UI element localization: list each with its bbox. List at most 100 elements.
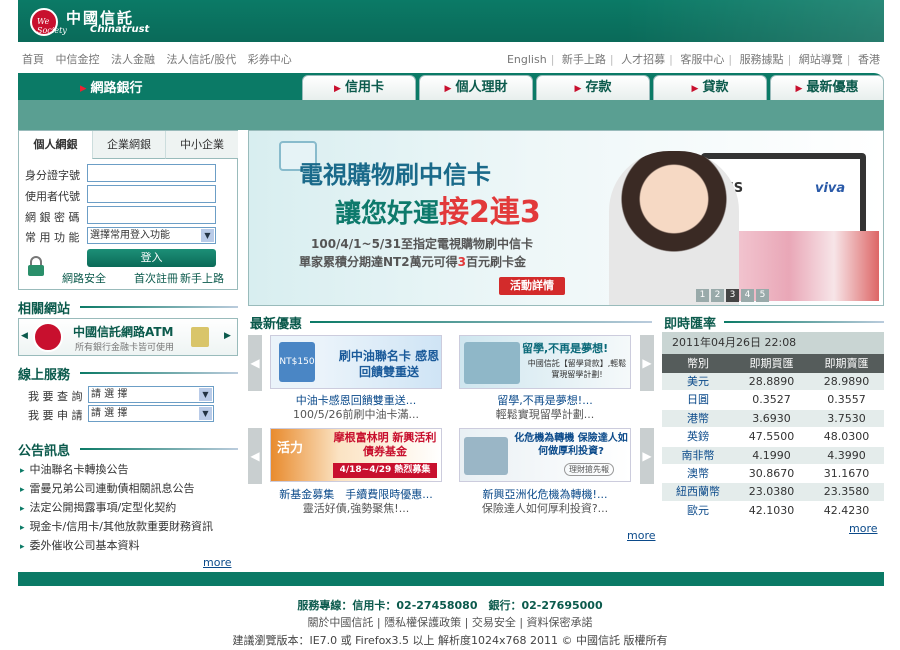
notice-item[interactable]: 法定公開揭露事項/定型化契約 [20, 499, 177, 515]
tab-promotions[interactable]: ▶ 最新優惠 [770, 75, 884, 100]
promo-image[interactable]: 活力 摩根富林明 新興活利債券基金 4/18~4/29 熱烈募集 [270, 428, 442, 482]
promo-image[interactable]: 留學,不再是夢想! 中國信託【留學貸款】,輕鬆實現留學計劃! [459, 335, 631, 389]
rates-more-link[interactable]: more [849, 522, 878, 535]
nav-trust[interactable]: 法人信託/股代 [167, 53, 237, 66]
atm-subtitle: 所有銀行金融卡皆可使用 [75, 343, 175, 353]
promo-banner[interactable]: 電視購物刷中信卡 讓您好運接2連3 100/4/1~5/31至指定電視購物刷中信… [248, 130, 884, 306]
divider [310, 321, 652, 323]
rates-title: 即時匯率 [664, 317, 717, 332]
table-row: 日圓 0.3527 0.3557 [662, 391, 884, 410]
promo-prev-arrow[interactable]: ◀ [248, 335, 262, 391]
banner-headline: 電視購物刷中信卡 [299, 161, 491, 189]
banner-page-1[interactable]: 1 [696, 289, 709, 302]
chevron-right-icon[interactable]: ▶ [224, 331, 231, 341]
lock-icon [28, 256, 44, 276]
investment-photo [464, 437, 508, 475]
banner-page-5[interactable]: 5 [756, 289, 769, 302]
nav-service[interactable]: 客服中心 [680, 53, 724, 66]
table-row: 港幣 3.6930 3.7530 [662, 409, 884, 429]
site-header: We Society 中國信託 Chinatrust [18, 0, 884, 42]
notices-more-link[interactable]: more [203, 556, 232, 569]
user-input[interactable] [87, 185, 216, 203]
register-link[interactable]: 首次註冊 [134, 270, 178, 286]
banner-slogan: 讓您好運接2連3 [335, 195, 541, 230]
login-panel: 個人網銀 企業網銀 中小企業 身分證字號 使用者代號 網 銀 密 碼 常 用 功… [18, 130, 238, 290]
apply-label: 我 要 申 請 [28, 409, 83, 422]
promo-image[interactable]: NT$150 刷中油聯名卡 感恩回饋雙重送 [270, 335, 442, 389]
nav-hongkong[interactable]: 香港 [858, 53, 880, 66]
top-nav-right: English | 新手上路 | 人才招募 | 客服中心 | 服務據點 | 網站導覽 | 香… [506, 53, 880, 66]
tab-sme[interactable]: 中小企業 [165, 131, 238, 159]
tab-loan[interactable]: ▶ 貸款 [653, 75, 767, 100]
tab-arrow-icon: ▶ [334, 84, 341, 94]
chevron-down-icon: ▼ [199, 407, 212, 420]
promo-image[interactable]: 化危機為轉機 保險達人如何做厚利投資? 理財搶先報 [459, 428, 631, 482]
id-input[interactable] [87, 164, 216, 182]
brand-viva: viva [815, 181, 846, 196]
notice-item[interactable]: 雷曼兄弟公司連動債相關訊息公告 [20, 480, 195, 496]
header-decoration [624, 0, 884, 42]
banner-page-3[interactable]: 3 [726, 289, 739, 302]
function-select[interactable]: 選擇常用登入功能 ▼ [87, 227, 216, 244]
atm-title: 中國信託網路ATM [73, 325, 174, 339]
footer-confidential-link[interactable]: 資料保密承諾 [527, 616, 593, 629]
newbie-link[interactable]: 新手上路 [180, 270, 224, 286]
tab-credit-card[interactable]: ▶ 信用卡 [302, 75, 416, 100]
promo-image-text: 化危機為轉機 保險達人如何做厚利投資? [514, 433, 628, 457]
function-label: 常 用 功 能 [25, 231, 80, 244]
divider [80, 448, 238, 450]
nav-branches[interactable]: 服務據點 [740, 53, 784, 66]
nav-lottery[interactable]: 彩券中心 [248, 53, 292, 66]
query-select[interactable]: 請 選 擇 ▼ [88, 386, 214, 403]
promo-prev-arrow[interactable]: ◀ [248, 428, 262, 484]
promo-image-sub: 4/18~4/29 熱烈募集 [333, 463, 437, 478]
chinatrust-logo[interactable]: We Society [30, 8, 67, 36]
chevron-down-icon: ▼ [199, 388, 212, 401]
promo-subtitle: 輕鬆實現留學計劃... [495, 408, 595, 421]
footer-security-link[interactable]: 交易安全 [472, 616, 516, 629]
promo-subtitle: 100/5/26前刷中油卡滿... [293, 408, 419, 421]
nav-corporate[interactable]: 法人金融 [111, 53, 155, 66]
footer-hotline: 服務專線：信用卡：02-27458080 銀行：02-27695000 [297, 599, 603, 612]
nav-home[interactable]: 首頁 [22, 53, 44, 66]
tab-personal-finance[interactable]: ▶ 個人理財 [419, 75, 533, 100]
rates-date: 2011年04月26日 22:08 [662, 332, 884, 354]
apply-select[interactable]: 請 選 擇 ▼ [88, 405, 214, 422]
details-button[interactable]: 活動詳情 [499, 277, 565, 295]
notices-title: 公告訊息 [18, 444, 71, 459]
promos-more-link[interactable]: more [627, 529, 656, 542]
security-link[interactable]: 網路安全 [62, 270, 106, 286]
notice-item[interactable]: 委外催收公司基本資料 [20, 537, 140, 553]
divider [80, 306, 238, 308]
table-row: 英鎊 47.5500 48.0300 [662, 428, 884, 447]
tab-corporate-ebank[interactable]: 企業網銀 [92, 131, 165, 159]
rates-header: 幣別 即期買匯 即期賣匯 [662, 354, 884, 373]
user-label: 使用者代號 [25, 190, 80, 203]
banner-page-4[interactable]: 4 [741, 289, 754, 302]
tab-personal-ebank[interactable]: 個人網銀 [19, 131, 92, 159]
table-row: 歐元 42.1030 42.4230 [662, 501, 884, 521]
tab-deposit[interactable]: ▶ 存款 [536, 75, 650, 100]
id-label: 身分證字號 [25, 169, 80, 182]
notice-item[interactable]: 現金卡/信用卡/其他放款重要財務資訊 [20, 518, 213, 534]
nav-careers[interactable]: 人才招募 [621, 53, 665, 66]
promo-badge: 活力 [277, 441, 304, 456]
login-button[interactable]: 登入 [87, 249, 216, 267]
atm-link[interactable]: ◀ 中國信託網路ATM 所有銀行金融卡皆可使用 ▶ [18, 318, 238, 356]
table-row: 南非幣 4.1990 4.3990 [662, 446, 884, 465]
ebank-link[interactable]: 網路銀行 [80, 77, 143, 96]
nav-sitemap[interactable]: 網站導覽 [799, 53, 843, 66]
footer-about-link[interactable]: 關於中國信託 [307, 616, 373, 629]
password-input[interactable] [87, 206, 216, 224]
notice-item[interactable]: 中油聯名卡轉換公告 [20, 461, 129, 477]
nav-holding[interactable]: 中信金控 [56, 53, 100, 66]
promo-image-sub: 中國信託【留學貸款】,輕鬆實現留學計劃! [527, 359, 627, 379]
chevron-left-icon[interactable]: ◀ [21, 331, 28, 341]
promo-next-arrow[interactable]: ▶ [640, 428, 654, 484]
banner-page-2[interactable]: 2 [711, 289, 724, 302]
promo-next-arrow[interactable]: ▶ [640, 335, 654, 391]
nav-newbie[interactable]: 新手上路 [562, 53, 606, 66]
promo-image-text: 留學,不再是夢想! [522, 342, 609, 355]
nav-english[interactable]: English [507, 53, 547, 66]
footer-privacy-link[interactable]: 隱私權保護政策 [384, 616, 461, 629]
